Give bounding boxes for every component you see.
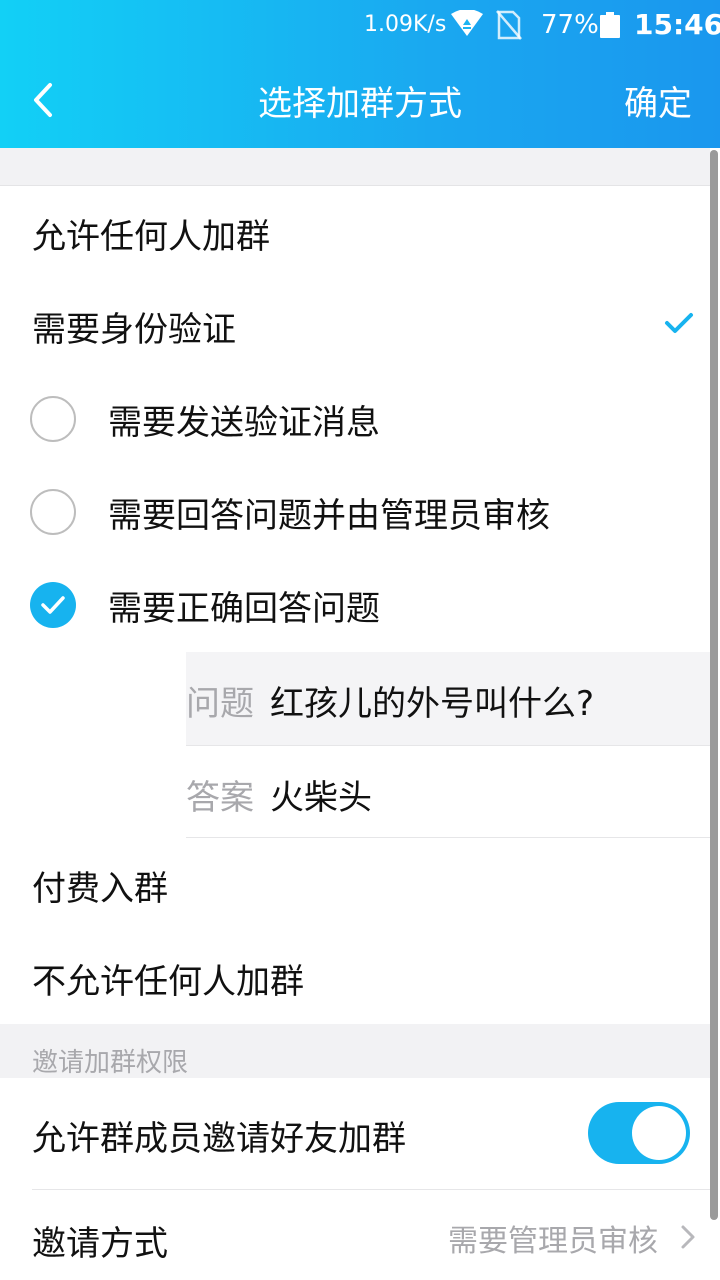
sub-option-send-message[interactable]: 需要发送验证消息 [0, 373, 710, 465]
answer-field[interactable]: 答案 火柴头 [186, 745, 710, 838]
option-allow-anyone[interactable]: 允许任何人加群 [0, 187, 710, 279]
sub-option-answer-correctly[interactable]: 需要正确回答问题 [0, 559, 710, 651]
option-paid[interactable]: 付费入群 [0, 839, 710, 931]
setting-label: 邀请方式 [32, 1224, 168, 1264]
question-value[interactable]: 红孩儿的外号叫什么? [270, 676, 594, 725]
answer-key: 答案 [186, 778, 254, 818]
question-field[interactable]: 问题 红孩儿的外号叫什么? [186, 652, 710, 745]
question-key: 问题 [186, 684, 254, 724]
scrollbar[interactable] [710, 150, 718, 1220]
nav-bar: 选择加群方式 确定 [0, 50, 720, 148]
sub-option-label: 需要正确回答问题 [108, 589, 380, 629]
chevron-right-icon [681, 1225, 695, 1249]
checkmark-icon [665, 313, 693, 333]
sub-option-label: 需要发送验证消息 [108, 403, 380, 443]
option-label: 需要身份验证 [32, 310, 236, 350]
option-disallow[interactable]: 不允许任何人加群 [0, 932, 710, 1024]
sub-option-label: 需要回答问题并由管理员审核 [108, 496, 550, 536]
wifi-icon [451, 10, 483, 36]
battery-icon [600, 12, 620, 38]
page-title: 选择加群方式 [258, 84, 462, 124]
setting-label: 允许群成员邀请好友加群 [32, 1119, 406, 1159]
option-need-verify[interactable]: 需要身份验证 [0, 280, 710, 372]
option-label: 允许任何人加群 [32, 217, 270, 257]
invite-method-value: 需要管理员审核 [448, 1224, 658, 1259]
invite-toggle-switch[interactable] [588, 1102, 690, 1164]
radio-button-checked[interactable] [30, 582, 76, 628]
radio-button[interactable] [30, 396, 76, 442]
network-speed: 1.09K/s [364, 12, 447, 37]
option-label: 不允许任何人加群 [32, 962, 304, 1002]
answer-value[interactable]: 火柴头 [270, 770, 372, 819]
section-header-invite: 邀请加群权限 [0, 1024, 710, 1078]
top-bar: 1.09K/s 77% 15:46 选择加群方式 确定 [0, 0, 720, 148]
sub-option-answer-admin-review[interactable]: 需要回答问题并由管理员审核 [0, 466, 710, 558]
no-sim-icon [496, 10, 522, 40]
confirm-button[interactable]: 确定 [624, 76, 692, 125]
battery-percent: 77% [541, 10, 599, 40]
status-bar: 1.09K/s 77% 15:46 [0, 0, 720, 50]
option-label: 付费入群 [32, 869, 168, 909]
top-spacer [0, 148, 710, 186]
radio-button[interactable] [30, 489, 76, 535]
clock: 15:46 [634, 8, 720, 41]
section-title: 邀请加群权限 [32, 1048, 189, 1078]
checkmark-icon [41, 596, 65, 614]
toggle-knob [632, 1106, 686, 1160]
